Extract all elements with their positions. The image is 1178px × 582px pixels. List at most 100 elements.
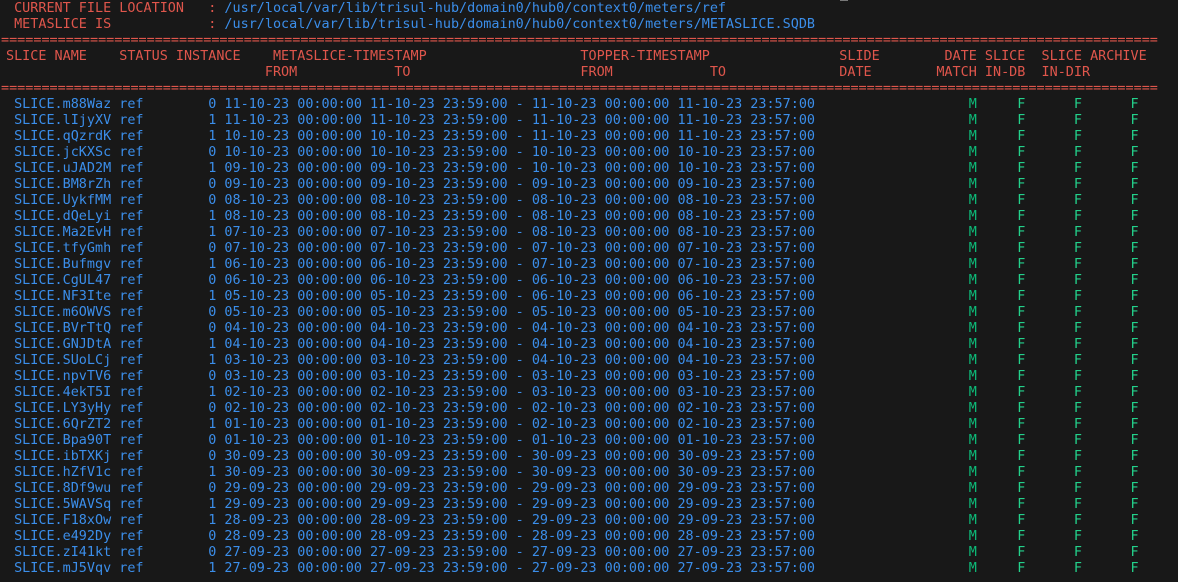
metaslice-to: 11-10-23 23:59:00 [370,113,508,128]
archive: F [1130,449,1139,464]
metaslice-to: 08-10-23 23:59:00 [370,209,508,224]
metaslice-from: 09-10-23 00:00:00 [224,161,362,176]
header-date: DATE [944,49,977,64]
archive: F [1130,337,1139,352]
header-archive: ARCHIVE [1090,49,1147,64]
slice-in-dir: F [1073,97,1082,112]
separator: ========================================… [1,33,1158,48]
slice-name: SLICE.F18xOw [14,513,112,528]
slice-name: SLICE.m88Waz [14,97,112,112]
archive: F [1130,257,1139,272]
date-match: M [968,193,977,208]
status: ref [119,257,144,272]
topper-to: 07-10-23 23:57:00 [677,257,815,272]
date-match: M [968,465,977,480]
instance: 0 [208,193,217,208]
slice-name: SLICE.5WAVSq [14,497,112,512]
instance: 1 [208,209,217,224]
date-match: M [968,241,977,256]
date-match: M [968,209,977,224]
status: ref [119,289,144,304]
terminal-window[interactable]: CURRENT FILE LOCATION : /usr/local/var/l… [0,0,1178,582]
slice-in-dir: F [1073,129,1082,144]
range-dash: - [515,561,524,576]
metaslice-from: 29-09-23 00:00:00 [224,481,362,496]
slice-in-dir: F [1073,161,1082,176]
metaslice-to: 01-10-23 23:59:00 [370,433,508,448]
slice-name: SLICE.GNJDtA [14,337,112,352]
topper-to: 11-10-23 23:57:00 [677,129,815,144]
metaslice-to: 06-10-23 23:59:00 [370,273,508,288]
date-match: M [968,305,977,320]
status: ref [119,513,144,528]
topper-from: 30-09-23 00:00:00 [531,449,670,464]
status: ref [119,273,144,288]
metaslice-from: 27-09-23 00:00:00 [224,561,362,576]
header-topper-timestamp: TOPPER-TIMESTAMP [580,49,710,64]
header-in-db: IN-DB [984,65,1026,80]
slice-in-dir: F [1073,353,1082,368]
range-dash: - [515,449,524,464]
instance: 1 [208,257,217,272]
slice-in-dir: F [1073,241,1082,256]
metaslice-from: 27-09-23 00:00:00 [224,545,362,560]
topper-to: 03-10-23 23:57:00 [677,369,815,384]
metaslice-value: /usr/local/var/lib/trisul-hub/domain0/hu… [224,17,815,32]
range-dash: - [515,257,524,272]
location-line: CURRENT FILE LOCATION : /usr/local/var/l… [0,1,1178,17]
topper-from: 02-10-23 00:00:00 [531,401,670,416]
topper-to: 27-09-23 23:57:00 [677,545,815,560]
slice-in-dir: F [1073,209,1082,224]
metaslice-from: 08-10-23 00:00:00 [224,209,362,224]
table-row: SLICE.SUoLCj ref 1 03-10-23 00:00:00 03-10-2… [0,353,1178,369]
table-row: SLICE.Ma2EvH ref 1 07-10-23 00:00:00 07-10-2… [0,225,1178,241]
slice-in-dir: F [1073,225,1082,240]
metaslice-from: 07-10-23 00:00:00 [224,225,362,240]
status: ref [119,417,144,432]
instance: 1 [208,225,217,240]
topper-from: 03-10-23 00:00:00 [531,385,670,400]
status: ref [119,129,144,144]
topper-to: 07-10-23 23:57:00 [677,241,815,256]
location-label: CURRENT FILE LOCATION [14,1,184,16]
topper-from: 06-10-23 00:00:00 [531,273,670,288]
topper-from: 10-10-23 00:00:00 [531,161,670,176]
slice-name: SLICE.qQzrdK [14,129,112,144]
archive: F [1130,401,1139,416]
slice-in-dir: F [1073,145,1082,160]
table-row: SLICE.F18xOw ref 1 28-09-23 00:00:00 28-09-2… [0,513,1178,529]
topper-from: 04-10-23 00:00:00 [531,321,670,336]
topper-to: 04-10-23 23:57:00 [677,353,815,368]
table-row: SLICE.jcKXSc ref 0 10-10-23 00:00:00 10-10-2… [0,145,1178,161]
archive: F [1130,433,1139,448]
instance: 0 [208,369,217,384]
topper-to: 29-09-23 23:57:00 [677,497,815,512]
topper-from: 04-10-23 00:00:00 [531,337,670,352]
range-dash: - [515,417,524,432]
separator: ========================================… [1,81,1158,96]
instance: 1 [208,161,217,176]
table-row: SLICE.m88Waz ref 0 11-10-23 00:00:00 11-10-2… [0,97,1178,113]
status: ref [119,241,144,256]
metaslice-to: 10-10-23 23:59:00 [370,129,508,144]
topper-to: 02-10-23 23:57:00 [677,417,815,432]
date-match: M [968,481,977,496]
metaslice-from: 05-10-23 00:00:00 [224,305,362,320]
metaslice-to: 01-10-23 23:59:00 [370,417,508,432]
date-match: M [968,273,977,288]
slice-in-db: F [1017,465,1026,480]
metaslice-to: 02-10-23 23:59:00 [370,385,508,400]
metaslice-to: 11-10-23 23:59:00 [370,97,508,112]
metaslice-to: 02-10-23 23:59:00 [370,401,508,416]
topper-to: 29-09-23 23:57:00 [677,513,815,528]
slice-in-db: F [1017,289,1026,304]
instance: 0 [208,321,217,336]
slice-in-dir: F [1073,529,1082,544]
slice-in-db: F [1017,193,1026,208]
metaslice-from: 05-10-23 00:00:00 [224,289,362,304]
slice-name: SLICE.npvTV6 [14,369,112,384]
status: ref [119,337,144,352]
slice-name: SLICE.jcKXSc [14,145,112,160]
topper-from: 07-10-23 00:00:00 [531,241,670,256]
slice-in-db: F [1017,113,1026,128]
